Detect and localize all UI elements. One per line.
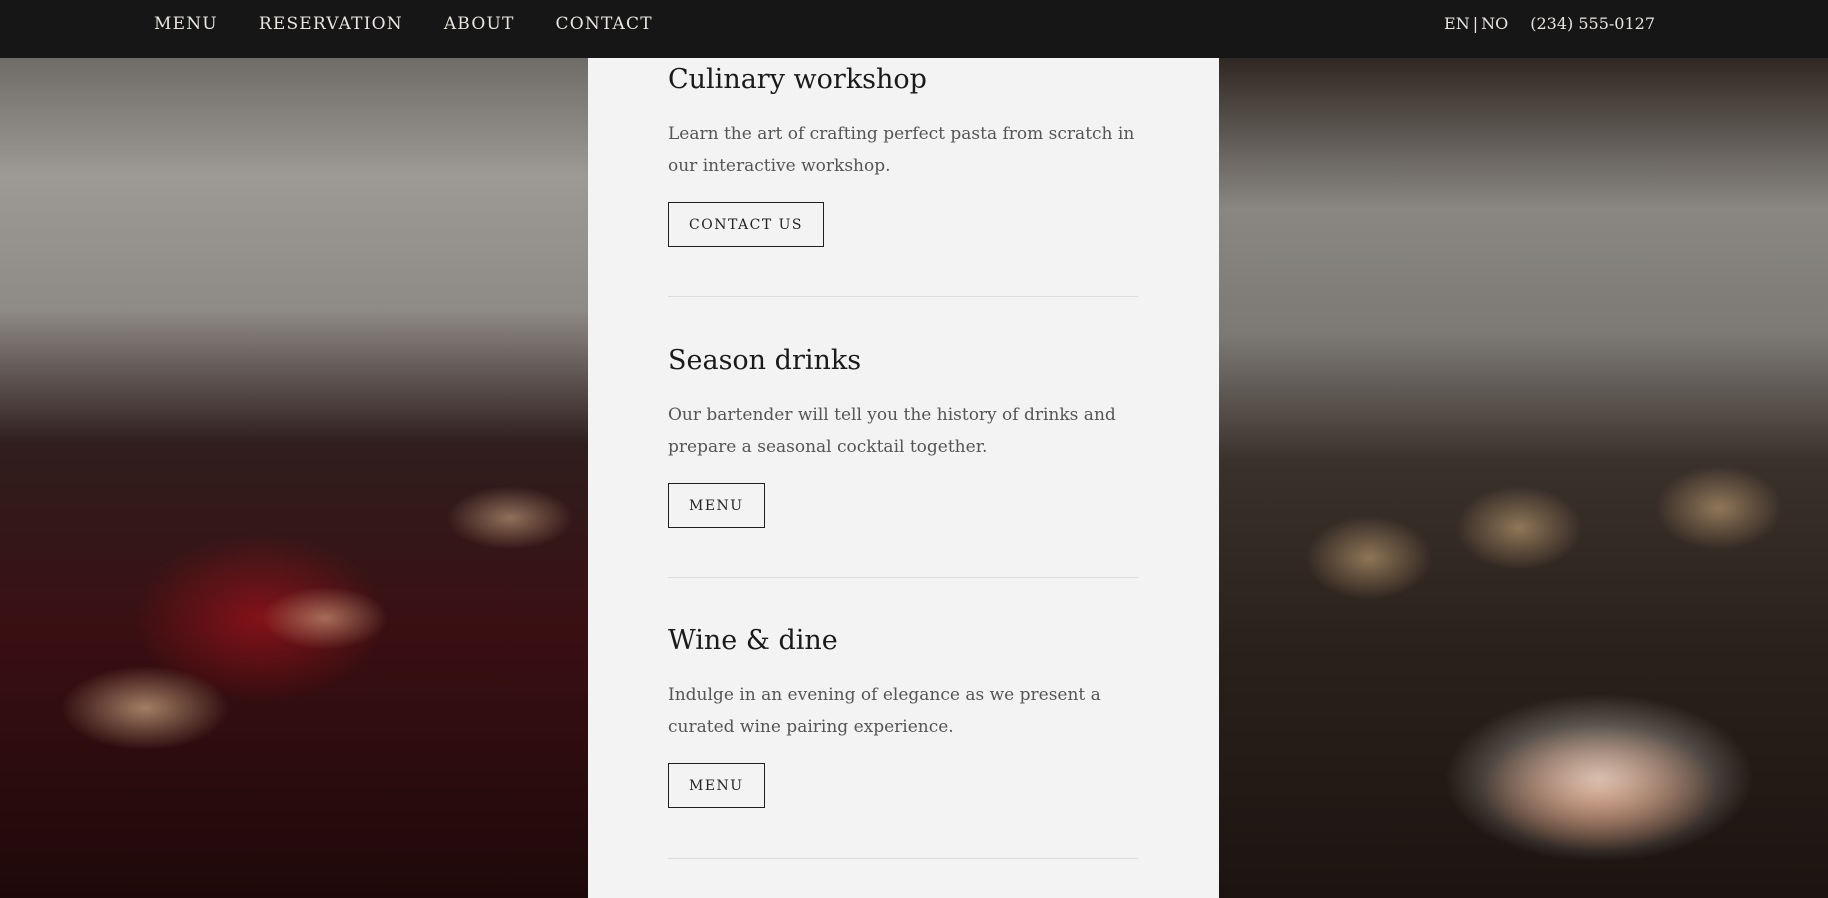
nav-link-reservation[interactable]: RESERVATION (259, 14, 403, 34)
contact-us-button[interactable]: CONTACT US (668, 202, 825, 248)
top-navigation-bar: MENU RESERVATION ABOUT CONTACT EN | NO (… (0, 0, 1828, 58)
wine-menu-button[interactable]: MENU (668, 763, 765, 809)
pasta-candles-photo (1219, 58, 1828, 898)
section-divider (668, 577, 1138, 578)
cocktails-photo (0, 58, 588, 898)
section-divider (668, 858, 1138, 859)
header-utilities: EN | NO (234) 555-0127 (1444, 0, 1655, 47)
section-divider (668, 296, 1138, 297)
phone-number[interactable]: (234) 555-0127 (1530, 14, 1655, 33)
experience-culinary-workshop: Culinary workshop Learn the art of craft… (668, 64, 1138, 248)
main-nav: MENU RESERVATION ABOUT CONTACT (154, 0, 653, 47)
section-description: Learn the art of crafting perfect pasta … (668, 124, 1135, 177)
nav-link-contact[interactable]: CONTACT (556, 14, 653, 34)
section-description: Our bartender will tell you the history … (668, 405, 1116, 458)
language-separator: | (1472, 14, 1479, 33)
section-title: Season drinks (668, 345, 862, 376)
drinks-menu-button[interactable]: MENU (668, 483, 765, 529)
experiences-panel: Culinary workshop Learn the art of craft… (588, 58, 1219, 898)
language-no[interactable]: NO (1481, 14, 1508, 33)
section-title: Wine & dine (668, 625, 838, 656)
language-switcher: EN | NO (1444, 14, 1508, 33)
experience-wine-and-dine: Wine & dine Indulge in an evening of ele… (668, 625, 1138, 809)
section-title: Culinary workshop (668, 64, 927, 95)
language-en[interactable]: EN (1444, 14, 1470, 33)
nav-link-menu[interactable]: MENU (154, 14, 218, 34)
experience-season-drinks: Season drinks Our bartender will tell yo… (668, 345, 1138, 529)
nav-link-about[interactable]: ABOUT (444, 14, 515, 34)
section-description: Indulge in an evening of elegance as we … (668, 685, 1101, 738)
